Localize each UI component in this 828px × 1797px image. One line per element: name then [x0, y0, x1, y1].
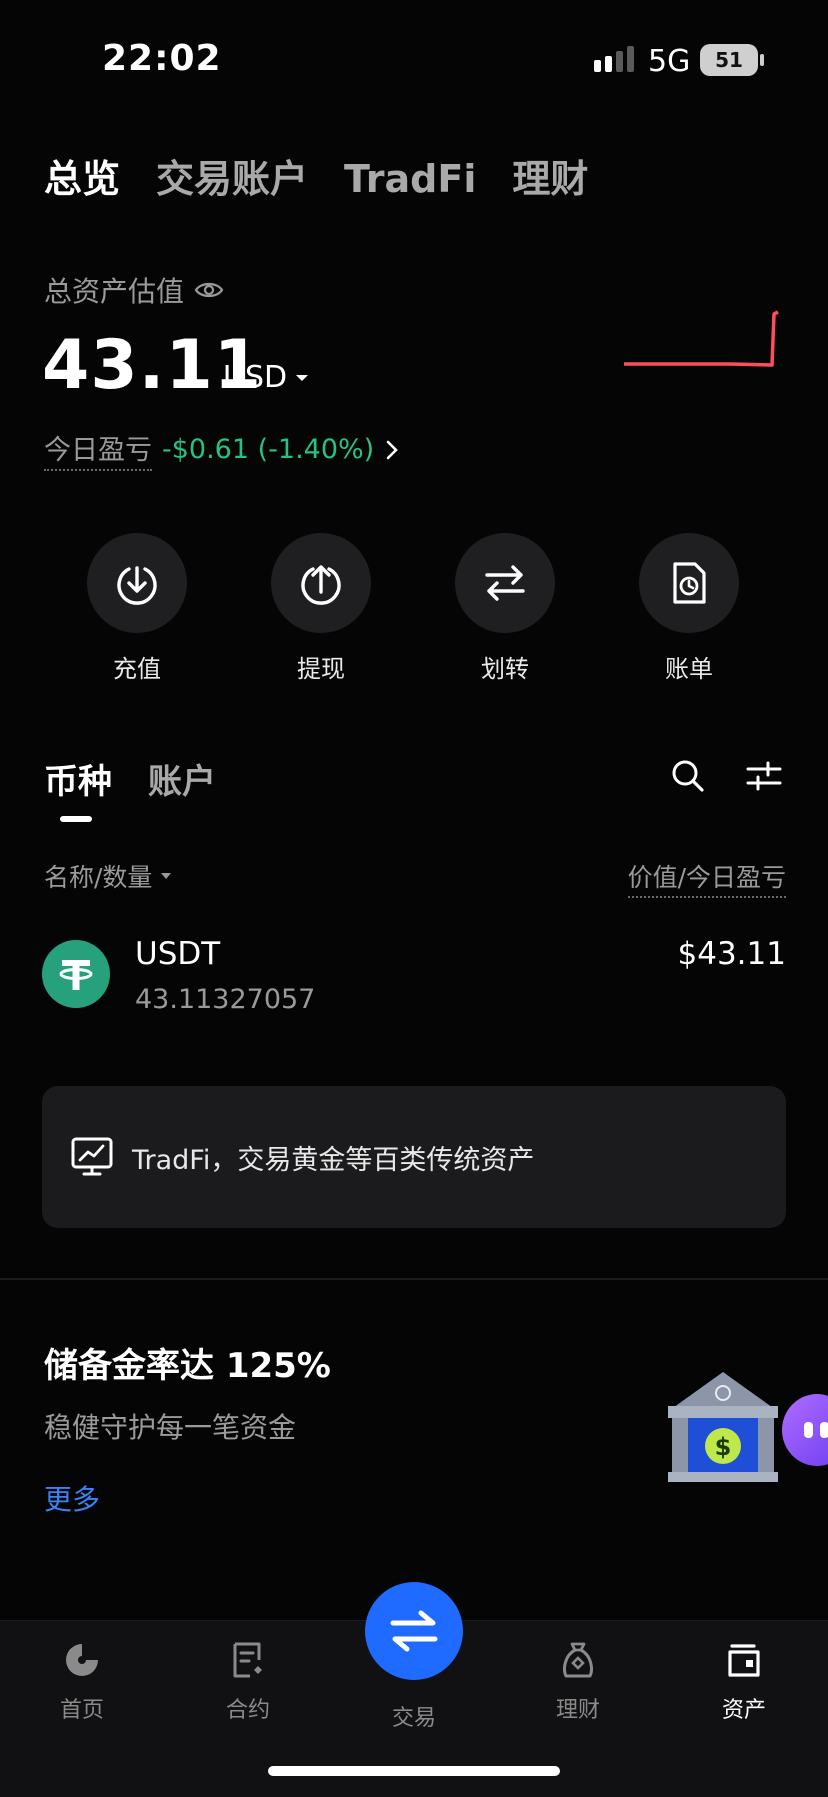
col-name-label: 名称/数量 [44, 863, 153, 892]
reserve-subtitle: 稳健守护每一笔资金 [44, 1411, 297, 1444]
caret-down-icon [296, 374, 309, 381]
caret-down-icon [161, 873, 172, 879]
network-label: 5G [648, 44, 691, 79]
pnl-row[interactable]: 今日盈亏 -$0.61 (-1.40%) [44, 428, 400, 471]
search-icon[interactable] [670, 758, 706, 794]
contract-icon [233, 1642, 262, 1678]
tab-tradfi[interactable]: TradFi [344, 157, 476, 201]
reserve-title: 储备金率达 125% [44, 1346, 331, 1386]
estimate-label-row: 总资产估值 [44, 270, 224, 310]
home-indicator [268, 1766, 560, 1776]
chart-board-icon [71, 1137, 113, 1176]
wallet-icon [728, 1644, 760, 1677]
tether-icon [59, 960, 93, 990]
bill-icon [673, 562, 706, 604]
asset-quantity: 43.11327057 [135, 984, 316, 1015]
withdraw-button[interactable]: 提现 [271, 533, 371, 684]
deposit-button[interactable]: 充值 [87, 533, 187, 684]
chatbot-eye [820, 1422, 828, 1438]
col-value-pnl[interactable]: 价值/今日盈亏 [627, 858, 786, 898]
nav-assets-label: 资产 [721, 1698, 766, 1723]
chatbot-button[interactable] [782, 1394, 828, 1466]
section-divider [0, 1278, 828, 1280]
battery-tip [760, 54, 764, 66]
asset-value: $43.11 [677, 936, 786, 972]
tab-underline [60, 816, 92, 822]
transfer-circle [455, 533, 555, 633]
nav-earn-label: 理财 [555, 1698, 600, 1723]
usdt-logo-icon [42, 940, 110, 1008]
withdraw-icon [301, 565, 341, 605]
deposit-label: 充值 [113, 655, 161, 683]
currency-selector[interactable]: USD [223, 360, 309, 395]
bill-label: 账单 [665, 655, 713, 683]
nav-home-label: 首页 [59, 1698, 104, 1723]
estimate-label: 总资产估值 [44, 275, 185, 308]
deposit-circle [87, 533, 187, 633]
bill-circle [639, 533, 739, 633]
asset-tabs: 币种 账户 [44, 754, 216, 803]
nav-assets[interactable]: 资产 [689, 1640, 799, 1724]
tradfi-banner[interactable]: TradFi，交易黄金等百类传统资产 [42, 1086, 786, 1228]
bank-illustration-icon: $ [668, 1372, 778, 1482]
nav-earn[interactable]: 理财 [523, 1640, 633, 1724]
battery-icon: 51 [700, 44, 758, 76]
tab-overview[interactable]: 总览 [44, 148, 120, 203]
nav-contract-label: 合约 [225, 1698, 270, 1723]
withdraw-label: 提现 [297, 655, 345, 683]
status-time: 22:02 [102, 38, 222, 79]
tab-coins[interactable]: 币种 [44, 754, 112, 803]
chevron-right-icon [386, 440, 399, 459]
pnl-label: 今日盈亏 [44, 428, 152, 471]
reserve-more-link[interactable]: 更多 [44, 1478, 100, 1518]
bill-button[interactable]: 账单 [639, 533, 739, 684]
transfer-icon [485, 565, 525, 601]
earn-icon [563, 1642, 593, 1678]
transfer-label: 划转 [481, 655, 529, 683]
home-icon [66, 1644, 98, 1676]
tab-trading-account[interactable]: 交易账户 [156, 148, 308, 203]
nav-home[interactable]: 首页 [27, 1640, 137, 1724]
signal-icon [594, 46, 634, 72]
nav-contract[interactable]: 合约 [193, 1640, 303, 1724]
filter-icon[interactable] [746, 760, 782, 792]
sort-name-quantity[interactable]: 名称/数量 [44, 858, 172, 894]
withdraw-circle [271, 533, 371, 633]
svg-text:$: $ [715, 1433, 732, 1461]
deposit-icon [117, 566, 157, 605]
chatbot-eye [804, 1422, 813, 1438]
eye-icon[interactable] [194, 279, 224, 301]
sparkline-chart [624, 310, 779, 367]
pnl-value: -$0.61 (-1.40%) [162, 434, 375, 465]
nav-trade-button[interactable] [365, 1582, 463, 1680]
tab-earn[interactable]: 理财 [512, 148, 588, 203]
tab-accounts[interactable]: 账户 [148, 754, 216, 803]
transfer-button[interactable]: 划转 [455, 533, 555, 684]
tradfi-banner-text: TradFi，交易黄金等百类传统资产 [132, 1144, 535, 1176]
asset-symbol: USDT [135, 936, 221, 972]
nav-trade-label[interactable]: 交易 [365, 1700, 463, 1732]
top-tabs: 总览 交易账户 TradFi 理财 [44, 148, 588, 203]
currency-label: USD [223, 360, 288, 395]
trade-icon [390, 1610, 438, 1652]
